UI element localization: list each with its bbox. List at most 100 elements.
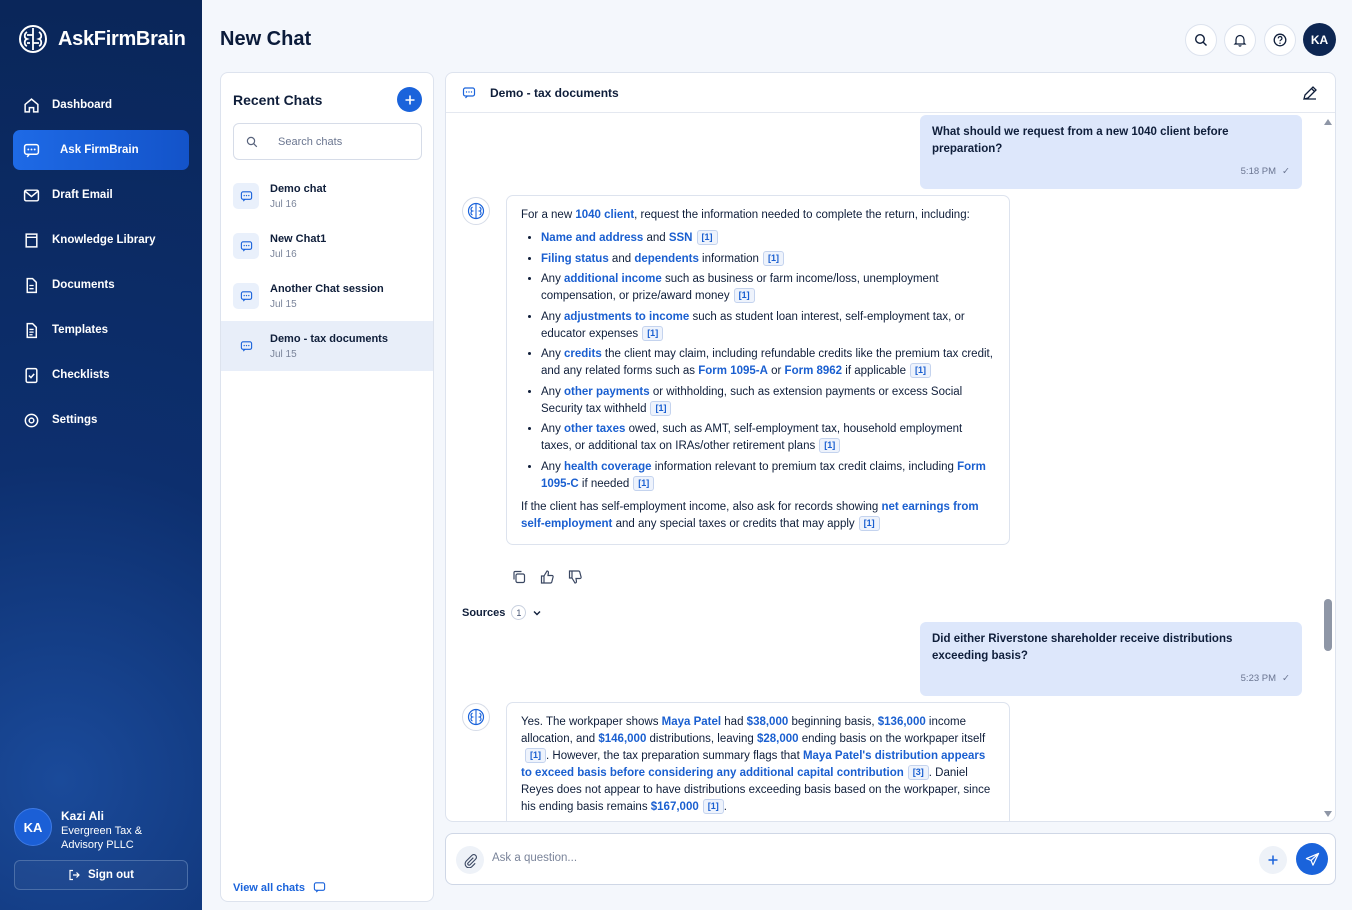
nav-label: Checklists [52,369,110,381]
chat-date: Jul 16 [270,198,297,210]
scroll-up-arrow[interactable] [1324,119,1332,125]
chat-date: Jul 15 [270,348,297,360]
header-avatar[interactable]: KA [1303,23,1336,56]
question-input[interactable]: Ask a question... [492,852,577,864]
chat-title: Demo - tax documents [270,332,388,345]
list-item: Any other payments or withholding, such … [541,384,995,418]
help-button[interactable] [1264,24,1296,56]
message-text: What should we request from a new 1040 c… [932,126,1229,155]
home-icon [24,97,39,113]
citation[interactable]: [3] [907,765,929,780]
scroll-down-arrow[interactable] [1324,811,1332,817]
chat-title: Demo chat [270,182,327,195]
citation[interactable]: [1] [702,799,724,814]
chat-bubble-icon [462,86,476,98]
search-icon [1194,33,1207,46]
recent-chats-title: Recent Chats [233,92,323,108]
chat-header: Demo - tax documents [446,73,1335,113]
chat-list-item-active[interactable]: Demo - tax documents Jul 15 [221,321,433,371]
list-item: Filing status and dependents information… [541,250,995,268]
add-button[interactable] [1259,846,1287,874]
citation[interactable]: [1] [633,475,655,491]
nav-item-templates[interactable]: Templates [13,310,189,350]
nav-item-dashboard[interactable]: Dashboard [13,85,189,125]
chat-list: Demo chat Jul 16 New Chat1 Jul 16 Another … [221,171,433,371]
list-item: Any credits the client may claim, includ… [541,346,995,380]
nav-item-draft-email[interactable]: Draft Email [13,175,189,215]
thumbs-down-icon[interactable] [568,570,582,584]
sign-out-icon [69,869,80,881]
chat-title: Another Chat session [270,282,384,295]
bell-icon [1233,34,1247,47]
citation[interactable]: [1] [819,438,841,453]
nav-item-settings[interactable]: Settings [13,400,189,440]
nav-item-knowledge-library[interactable]: Knowledge Library [13,220,189,260]
citation[interactable]: [1] [642,325,664,341]
citation[interactable]: [1] [910,363,932,378]
citation[interactable]: [1] [762,250,784,266]
nav-label: Templates [52,324,109,336]
sidebar-nav: Dashboard Ask FirmBrain Draft Email Know… [13,85,189,445]
search-chats-input[interactable]: Search chats [233,123,422,160]
user-name: Kazi Ali [61,809,104,823]
citation[interactable]: [1] [858,515,880,531]
brain-logo-icon [467,202,485,220]
chat-title: Demo - tax documents [490,85,619,100]
message-actions [512,570,582,584]
scrollbar[interactable] [1324,119,1332,819]
scroll-thumb[interactable] [1324,599,1332,651]
chat-bubble-icon [233,333,259,359]
nav-item-checklists[interactable]: Checklists [13,355,189,395]
brand-logo[interactable]: AskFirmBrain [18,24,186,54]
plus-icon [405,95,414,104]
user-org: Evergreen Tax & Advisory PLLC [61,825,143,851]
citation[interactable]: [1] [696,230,718,245]
edit-icon[interactable] [1302,85,1318,101]
chat-list-item[interactable]: Demo chat Jul 16 [221,171,433,221]
copy-icon[interactable] [512,570,526,584]
search-icon [246,136,258,147]
chat-bubble-icon [313,882,326,893]
view-all-chats-link[interactable]: View all chats [233,881,326,894]
attach-button[interactable] [456,846,484,874]
chat-date: Jul 16 [270,248,297,260]
list-item: Any additional income such as business o… [541,271,995,305]
message-text: Did either Riverstone shareholder receiv… [932,633,1233,662]
chat-bubble-icon [233,233,259,259]
plus-icon [1268,855,1278,865]
chat-list-item[interactable]: Another Chat session Jul 15 [221,271,433,321]
chat-bubble-icon [233,283,259,309]
thumbs-up-icon[interactable] [540,570,554,584]
chat-panel: Demo - tax documents What should we requ… [445,72,1336,822]
message-timestamp: 5:23 PM ✓ [1240,673,1290,684]
template-icon [26,322,38,338]
chat-list-item[interactable]: New Chat1 Jul 16 [221,221,433,271]
list-item: Any other taxes owed, such as AMT, self-… [541,421,995,455]
search-placeholder: Search chats [278,135,343,148]
message-timestamp: 5:18 PM ✓ [1240,166,1290,177]
search-button[interactable] [1185,24,1217,56]
book-icon [25,232,38,248]
message-paragraph: If the client has self-employment income… [521,500,979,531]
citation[interactable]: [1] [733,288,755,303]
chat-input-bar: Ask a question... [445,833,1336,885]
citation[interactable]: [1] [525,748,546,763]
new-chat-button[interactable] [397,87,422,112]
avatar[interactable]: KA [14,808,52,846]
nav-item-documents[interactable]: Documents [13,265,189,305]
sources-toggle[interactable]: Sources 1 [462,605,542,620]
sign-out-button[interactable]: Sign out [14,860,188,890]
brain-logo-icon [467,708,485,726]
message-paragraph: Yes. The workpaper shows Maya Patel had … [521,716,991,814]
nav-label: Documents [52,279,115,291]
brain-logo-icon [19,25,47,53]
chat-title: New Chat1 [270,232,327,245]
send-button[interactable] [1296,843,1328,875]
checklist-icon [25,367,38,383]
nav-item-ask-firmbrain[interactable]: Ask FirmBrain [13,130,189,170]
assistant-message: For a new 1040 client, request the infor… [506,195,1010,545]
nav-label: Ask FirmBrain [60,144,139,156]
citation[interactable]: [1] [650,400,672,416]
message-paragraph: For a new 1040 client, request the infor… [521,209,970,221]
notifications-button[interactable] [1224,24,1256,56]
